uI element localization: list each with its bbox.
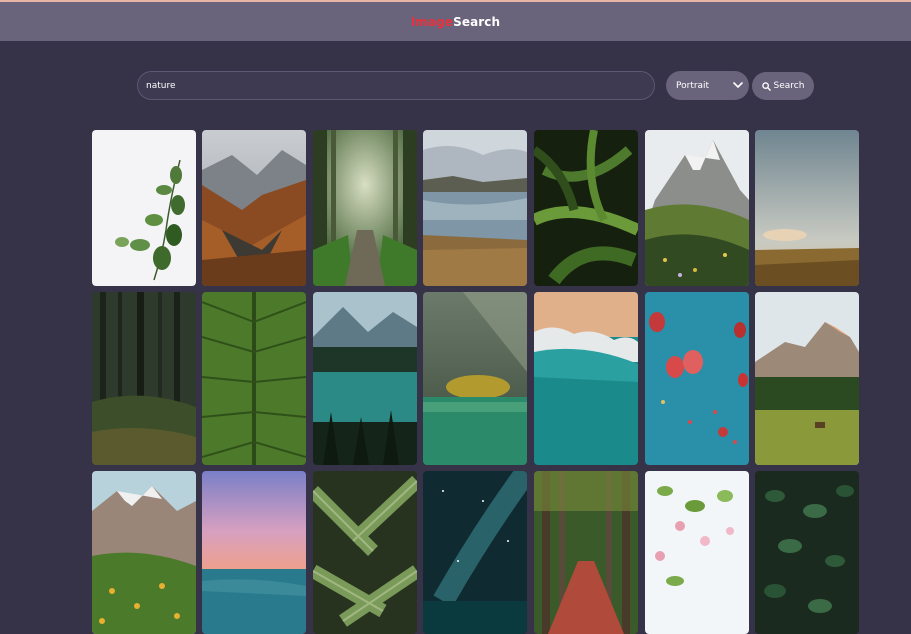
gallery-image[interactable] bbox=[645, 292, 749, 465]
search-button-label: Search bbox=[773, 81, 805, 91]
plant-branch-image bbox=[92, 130, 196, 286]
ferns-image bbox=[534, 130, 638, 286]
logo-image-text: Image bbox=[410, 14, 454, 29]
gallery-image[interactable] bbox=[202, 471, 306, 634]
gallery-image[interactable] bbox=[92, 292, 196, 465]
gallery-image[interactable] bbox=[423, 471, 527, 634]
gallery-image[interactable] bbox=[423, 292, 527, 465]
sky-grass-field-image bbox=[755, 130, 859, 286]
tree-lined-path-image bbox=[534, 471, 638, 634]
misty-forest-path-image bbox=[313, 130, 417, 286]
dark-leaves-image bbox=[755, 471, 859, 634]
autumn-mountain-forest-image bbox=[202, 130, 306, 286]
gallery-image[interactable] bbox=[755, 471, 859, 634]
dark-forest-image bbox=[92, 292, 196, 465]
gallery-image[interactable] bbox=[313, 471, 417, 634]
green-leaf-closeup-image bbox=[202, 292, 306, 465]
orientation-select-value: Portrait bbox=[676, 80, 710, 91]
sunlit-lake-island-image bbox=[423, 292, 527, 465]
logo-search-text: Search bbox=[453, 14, 501, 29]
lake-reflection-grass-image bbox=[423, 130, 527, 286]
gallery-image[interactable] bbox=[534, 471, 638, 634]
orientation-select[interactable]: Portrait bbox=[666, 71, 749, 100]
gallery-image[interactable] bbox=[202, 130, 306, 286]
gallery-image[interactable] bbox=[755, 292, 859, 465]
gallery-image[interactable] bbox=[313, 292, 417, 465]
gallery-image[interactable] bbox=[534, 130, 638, 286]
gallery-image[interactable] bbox=[202, 292, 306, 465]
hot-air-balloons-image bbox=[645, 292, 749, 465]
search-input[interactable] bbox=[137, 71, 655, 100]
gallery-image[interactable] bbox=[92, 130, 196, 286]
gallery-image[interactable] bbox=[645, 130, 749, 286]
search-icon bbox=[761, 81, 771, 91]
image-gallery bbox=[92, 130, 860, 634]
mountain-peaks-flowers-image bbox=[645, 130, 749, 286]
gallery-image[interactable] bbox=[534, 292, 638, 465]
search-button[interactable]: Search bbox=[752, 72, 814, 100]
blossom-branch-image bbox=[645, 471, 749, 634]
app-logo[interactable]: ImageSearch bbox=[411, 15, 500, 29]
top-navbar: ImageSearch bbox=[0, 0, 911, 41]
palm-leaves-image bbox=[313, 471, 417, 634]
aerial-beach-waves-image bbox=[534, 292, 638, 465]
gallery-image[interactable] bbox=[92, 471, 196, 634]
sunset-ocean-image bbox=[202, 471, 306, 634]
mountain-flower-meadow-image bbox=[92, 471, 196, 634]
gallery-image[interactable] bbox=[755, 130, 859, 286]
gallery-image[interactable] bbox=[645, 471, 749, 634]
mountain-lake-pines-image bbox=[313, 292, 417, 465]
yosemite-meadow-deer-image bbox=[755, 292, 859, 465]
gallery-image[interactable] bbox=[423, 130, 527, 286]
gallery-image[interactable] bbox=[313, 130, 417, 286]
milky-way-sea-image bbox=[423, 471, 527, 634]
chevron-down-icon bbox=[733, 82, 743, 88]
